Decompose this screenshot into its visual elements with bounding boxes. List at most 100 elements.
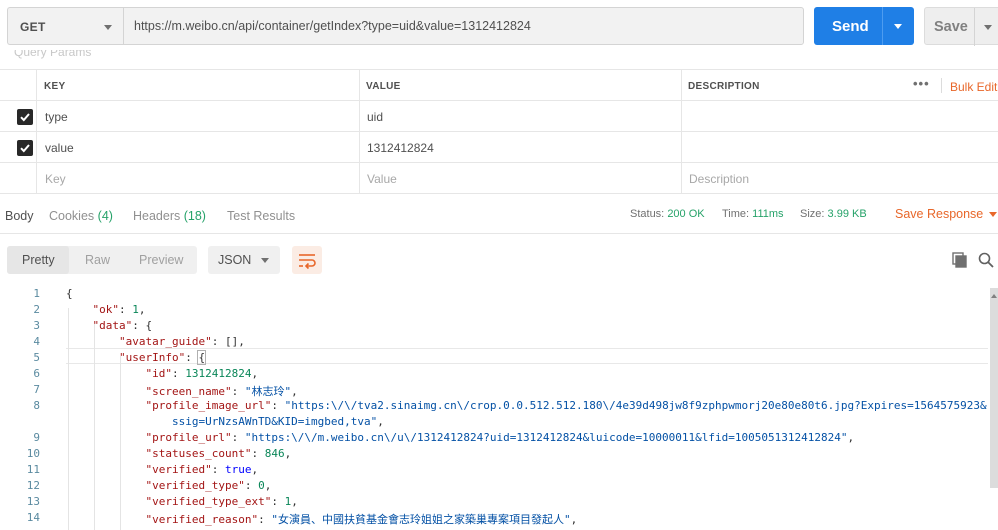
json-key: "screen_name"	[145, 385, 232, 398]
tab-count: (4)	[97, 209, 113, 223]
format-select[interactable]: JSON	[208, 246, 280, 274]
copy-icon[interactable]	[952, 252, 968, 268]
key-input[interactable]: Key	[45, 172, 66, 186]
json-number: 846	[264, 447, 285, 460]
code-line: "statuses_count": 846,	[145, 447, 292, 460]
save-label: Save	[934, 19, 968, 35]
save-options-chevron-icon[interactable]	[984, 25, 992, 30]
param-key[interactable]: value	[45, 141, 74, 155]
description-input[interactable]: Description	[689, 172, 749, 186]
more-options-icon[interactable]: •••	[913, 76, 930, 91]
line-number: 6	[33, 367, 40, 380]
wrap-lines-icon	[299, 254, 316, 270]
request-bar: GET https://m.weibo.cn/api/container/get…	[0, 0, 998, 54]
json-number: 1	[132, 303, 139, 316]
size-readout: Size: 3.99 KB	[800, 208, 867, 220]
line-number: 10	[26, 447, 40, 460]
param-key[interactable]: type	[45, 110, 68, 124]
checkbox-checked-icon[interactable]	[17, 140, 33, 156]
tab-label: Test Results	[227, 209, 296, 223]
url-text: https://m.weibo.cn/api/container/getInde…	[134, 19, 531, 33]
send-divider	[882, 7, 883, 45]
method-label: GET	[20, 20, 46, 34]
param-row: type uid	[0, 101, 998, 132]
tab-headers[interactable]: Headers (18)	[133, 209, 206, 223]
param-value[interactable]: uid	[367, 110, 383, 124]
params-table: KEY VALUE DESCRIPTION ••• Bulk Edit type…	[0, 69, 998, 194]
code-line: "screen_name": "林志玲",	[145, 385, 298, 398]
save-button[interactable]: Save	[924, 7, 998, 46]
send-button[interactable]: Send	[814, 7, 914, 45]
json-string: "https:\/\/m.weibo.cn\/u\/1312412824?uid…	[244, 431, 848, 444]
view-mode-group: Pretty Raw Preview	[7, 246, 197, 274]
code-line: {	[66, 287, 73, 300]
json-key: "statuses_count"	[145, 447, 252, 460]
search-icon[interactable]	[978, 252, 994, 268]
json-number: 0	[258, 479, 265, 492]
mode-raw[interactable]: Raw	[85, 253, 110, 267]
code-line: ssig=UrNzsAWnTD&KID=imgbed,tva",	[171, 415, 384, 428]
line-number: 9	[33, 431, 40, 444]
json-string: "女演員、中國扶貧基金會志玲姐姐之家築巢專案項目發起人"	[271, 513, 571, 526]
vertical-scrollbar[interactable]	[990, 288, 998, 488]
json-array: []	[224, 335, 239, 348]
code-line: "data": {	[92, 319, 153, 332]
tab-cookies[interactable]: Cookies (4)	[49, 209, 113, 223]
code-line: "id": 1312412824,	[145, 367, 259, 380]
json-key: "avatar_guide"	[118, 335, 212, 348]
json-key: "verified_reason"	[145, 513, 259, 526]
time-value: 111ms	[752, 208, 784, 220]
param-row-empty: Key Value Description	[0, 163, 998, 194]
json-key: "ok"	[92, 303, 120, 316]
mode-preview[interactable]: Preview	[139, 253, 183, 267]
json-key: "id"	[145, 367, 172, 380]
matched-brace: {	[197, 350, 207, 365]
wrap-lines-button[interactable]	[292, 246, 322, 274]
json-string: "林志玲"	[244, 385, 292, 398]
time-label: Time:	[722, 208, 750, 220]
chevron-down-icon	[104, 25, 112, 30]
code-line: "ok": 1,	[92, 303, 146, 316]
format-label: JSON	[218, 253, 252, 267]
chevron-down-icon[interactable]	[989, 212, 997, 217]
code-line: "verified_type_ext": 1,	[145, 495, 298, 508]
send-label: Send	[832, 18, 869, 35]
tab-body[interactable]: Body	[5, 209, 34, 223]
json-key: "profile_image_url"	[145, 399, 272, 412]
header-value: VALUE	[366, 81, 401, 92]
line-number: 4	[33, 335, 40, 348]
bulk-edit-link[interactable]: Bulk Edit	[950, 80, 997, 94]
json-key: "verified_type_ext"	[145, 495, 272, 508]
mode-pretty[interactable]: Pretty	[22, 253, 55, 267]
value-input[interactable]: Value	[367, 172, 397, 186]
code-line: "avatar_guide": [],	[118, 335, 245, 348]
response-body-code[interactable]: 1 2 3 4 5 6 7 8 9 10 11 12 13 14 { "ok":…	[0, 284, 998, 530]
code-line: "userInfo": {	[118, 350, 207, 365]
url-input[interactable]: https://m.weibo.cn/api/container/getInde…	[123, 7, 804, 45]
json-number: 1	[284, 495, 292, 508]
checkbox-checked-icon[interactable]	[17, 109, 33, 125]
line-number: 13	[26, 495, 40, 508]
response-tabs: Body Cookies (4) Headers (18) Test Resul…	[0, 194, 998, 234]
line-number: 1	[33, 287, 40, 300]
save-response-button[interactable]: Save Response	[895, 207, 983, 221]
line-number: 11	[26, 463, 40, 476]
tab-label: Cookies	[49, 209, 95, 223]
json-key: "data"	[92, 319, 133, 332]
json-key: "userInfo"	[118, 351, 186, 364]
header-description: DESCRIPTION	[688, 81, 760, 92]
send-options-chevron-icon[interactable]	[894, 24, 902, 29]
status-label: Status:	[630, 208, 665, 220]
line-number: 3	[33, 319, 40, 332]
param-row: value 1312412824	[0, 132, 998, 163]
line-number: 12	[26, 479, 40, 492]
tab-test-results[interactable]: Test Results	[227, 209, 295, 223]
json-boolean: true	[224, 463, 252, 476]
line-number: 8	[33, 399, 40, 412]
size-value: 3.99 KB	[827, 208, 867, 220]
param-value[interactable]: 1312412824	[367, 141, 434, 155]
line-number: 7	[33, 383, 40, 396]
method-select[interactable]: GET	[7, 7, 123, 45]
scroll-up-icon[interactable]	[991, 294, 997, 298]
size-label: Size:	[800, 208, 825, 220]
